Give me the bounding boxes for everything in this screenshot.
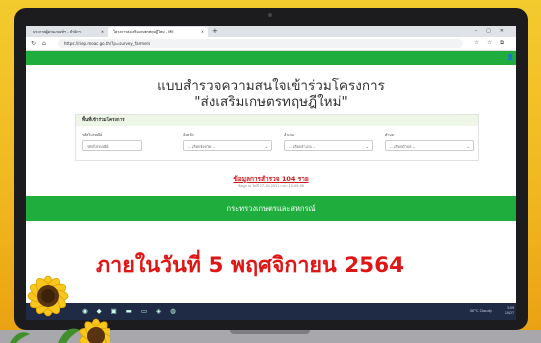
close-icon[interactable]: ✕ <box>201 27 204 37</box>
browser-tool-icons[interactable]: ☆☆⧉ <box>474 37 512 50</box>
deadline-banner: ภายในวันที่ 5 พฤศจิกายน 2564 <box>96 253 405 278</box>
system-tray[interactable]: 30°C Cloudy <box>470 303 492 320</box>
ministry-banner: กระทรวงเกษตรและสหกรณ์ <box>26 196 516 221</box>
postcode-placeholder: รหัสไปรษณีย์ <box>87 144 109 149</box>
browser-tab[interactable]: ประกาศผู้ผ่านเกณฑ์ฯ - สำนักฯ ✕ <box>28 27 108 37</box>
user-icon[interactable]: 👤 <box>507 51 514 65</box>
province-select[interactable]: -- เลือกจังหวัด -- ⌄ <box>183 140 272 151</box>
webcam <box>268 13 272 17</box>
tab-label: โครงการส่งเสริมเกษตรทฤษฎีใหม่ - ME <box>113 30 174 34</box>
new-tab-icon[interactable]: + <box>212 26 218 37</box>
page-subtitle: "ส่งเสริมเกษตรทฤษฎีใหม่" <box>194 94 348 110</box>
subdistrict-value: -- เลือกตำบล -- <box>390 144 416 149</box>
url-input[interactable]: https://riep.moac.go.th/?p=survey_farmer… <box>58 39 463 48</box>
district-select[interactable]: -- เลือกอำเภอ -- ⌄ <box>284 140 373 151</box>
subdistrict-label: ตำบล <box>385 133 394 137</box>
province-value: -- เลือกจังหวัด -- <box>188 144 216 149</box>
window-controls[interactable]: –▢✕ <box>475 26 513 37</box>
province-label: จังหวัด <box>183 133 194 137</box>
district-label: อำเภอ <box>284 133 294 137</box>
address-bar: ↻⌂ https://riep.moac.go.th/?p=survey_far… <box>26 37 516 51</box>
sunflower-icon <box>10 275 110 343</box>
navigation-icons[interactable]: ↻⌂ <box>31 37 52 50</box>
postcode-label: รหัสไปรษณีย์ <box>82 133 103 137</box>
stats-timestamp: ข้อมูล ณ วันที่ 27-10-2021 เวลา 15:09:38 <box>238 184 304 188</box>
weather-status: 30°C Cloudy <box>469 309 492 313</box>
area-form-card: พื้นที่เข้าร่วมโครงการ รหัสไปรษณีย์ จังห… <box>75 114 479 161</box>
subdistrict-select[interactable]: -- เลือกตำบล -- ⌄ <box>385 140 474 151</box>
district-value: -- เลือกอำเภอ -- <box>289 144 316 149</box>
close-icon[interactable]: ✕ <box>101 27 104 37</box>
browser-tab-bar: ประกาศผู้ผ่านเกณฑ์ฯ - สำนักฯ ✕ โครงการส่… <box>26 26 516 37</box>
tab-label: ประกาศผู้ผ่านเกณฑ์ฯ - สำนักฯ <box>33 30 81 34</box>
site-header-bar: 👤 <box>26 51 516 65</box>
browser-tab-active[interactable]: โครงการส่งเสริมเกษตรทฤษฎีใหม่ - ME ✕ <box>108 27 208 37</box>
chevron-down-icon: ⌄ <box>264 144 268 149</box>
clock-date: 10/27 <box>504 311 514 315</box>
survey-stats-link[interactable]: ข้อมูลการสำรวจ 104 ราย <box>26 174 516 184</box>
chevron-down-icon: ⌄ <box>466 144 470 149</box>
section-title: พื้นที่เข้าร่วมโครงการ <box>76 115 478 126</box>
postcode-input[interactable]: รหัสไปรษณีย์ <box>82 140 142 151</box>
chevron-down-icon: ⌄ <box>365 144 369 149</box>
taskbar-clock[interactable]: 3:09 10/27 <box>505 306 514 316</box>
